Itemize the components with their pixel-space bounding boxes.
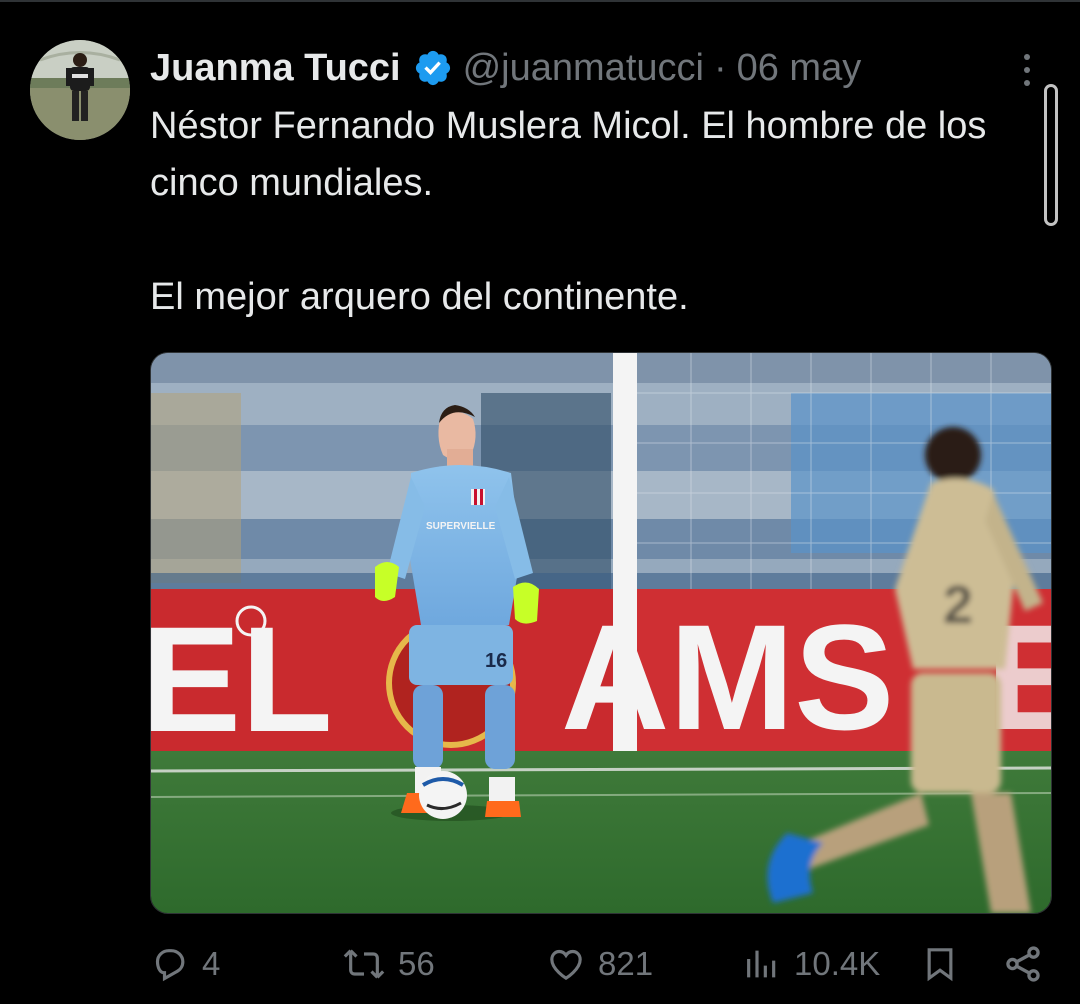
views-icon [747,950,776,978]
more-icon[interactable] [1020,50,1034,90]
scrollbar[interactable] [1044,84,1058,226]
tweet-text-paragraph-1: Néstor Fernando Muslera Micol. El hombre… [150,105,987,204]
top-divider [0,0,1080,2]
like-button[interactable]: 821 [546,934,653,994]
share-icon [1006,946,1040,982]
author-handle[interactable]: @juanmatucci [463,47,704,90]
verified-badge-icon [415,50,450,86]
bookmark-icon [927,948,953,982]
bookmark-button[interactable] [920,934,960,994]
tweet-text: Néstor Fernando Muslera Micol. El hombre… [150,98,1030,326]
board-text-left: EL [151,595,333,763]
tweet-text-paragraph-2: El mejor arquero del continente. [150,276,689,318]
tweet-date[interactable]: 06 may [737,47,862,90]
reply-count: 4 [202,945,221,982]
repost-button[interactable]: 56 [342,934,435,994]
tweet-photo[interactable]: EL AMS E SUPERVIELLE 16 [150,352,1052,914]
reply-button[interactable]: 4 [150,934,220,994]
keeper-number: 16 [485,650,507,672]
reply-icon [155,949,185,982]
action-bar: 4 56 821 10.4K [150,934,1050,994]
board-text-right: AMS [561,593,894,761]
sponsor-text: SUPERVIELLE [426,521,496,532]
repost-icon [343,949,385,979]
tweet-header: Juanma Tucci @juanmatucci · 06 may [150,42,861,94]
opponent-number: 2 [943,575,973,635]
like-count: 821 [598,945,654,982]
like-icon [550,949,582,981]
avatar[interactable] [30,40,130,140]
share-button[interactable] [1002,934,1044,994]
repost-count: 56 [398,945,435,982]
views-button[interactable]: 10.4K [742,934,880,994]
author-name[interactable]: Juanma Tucci [150,47,401,90]
separator-dot: · [713,46,727,89]
views-count: 10.4K [794,945,881,982]
